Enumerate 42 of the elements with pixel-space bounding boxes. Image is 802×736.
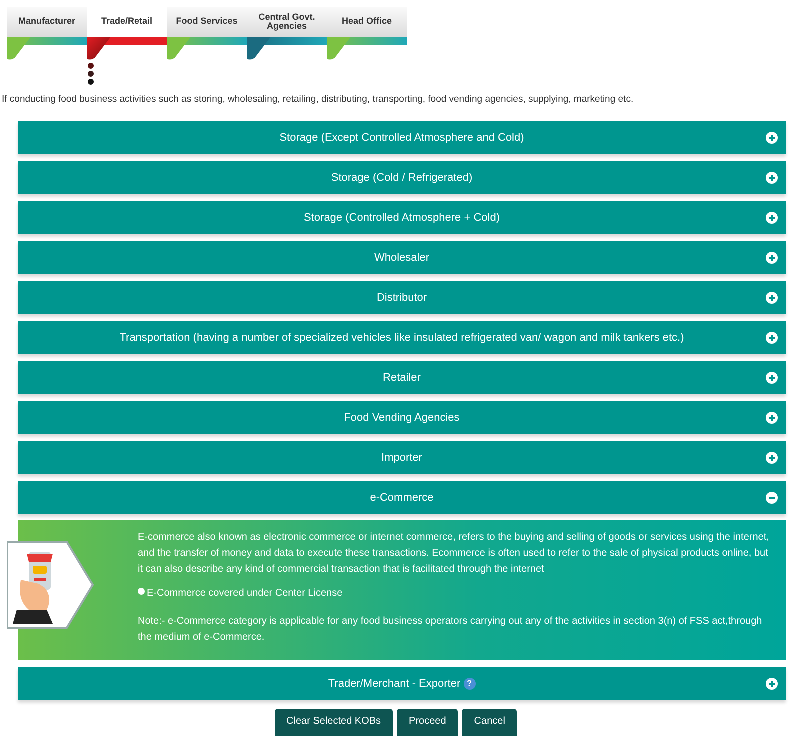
accordion-title: Retailer xyxy=(383,370,421,386)
accordion-title: e-Commerce xyxy=(370,490,434,506)
expand-icon[interactable] xyxy=(766,132,778,144)
expand-icon[interactable] xyxy=(766,678,778,690)
accordion-title: Importer xyxy=(382,450,422,466)
accordion-header[interactable]: Food Vending Agencies xyxy=(18,401,786,434)
action-button[interactable]: Cancel xyxy=(462,709,518,736)
accordion-header[interactable]: Wholesaler xyxy=(18,241,786,274)
accordion-header[interactable]: Storage (Cold / Refrigerated) xyxy=(18,161,786,194)
collapse-icon[interactable] xyxy=(766,492,778,504)
description-text: E-commerce also known as electronic commerce or internet commerce, refers to the buying and selling of goods or services using the internet, and the transfer of money and data to execute these transactions. Ecommerce is often used to refer to the sale of physical products online, but it can also describe any kind of commercial transaction that is facilitated through the internet xyxy=(138,531,770,578)
expand-icon[interactable] xyxy=(766,212,778,224)
accordion-title: Trader/Merchant - Exporter xyxy=(328,676,461,692)
action-button[interactable]: Clear Selected KOBs xyxy=(274,709,394,736)
action-button[interactable]: Proceed xyxy=(397,709,458,736)
accordion-header[interactable]: e-Commerce xyxy=(18,481,786,514)
accordion-header[interactable]: Retailer xyxy=(18,361,786,394)
note-text: Note:- e-Commerce category is applicable for any food business operators carrying out any of the activities in section 3(n) of FSS act,through the medium of e-Commerce. xyxy=(138,615,764,646)
expand-icon[interactable] xyxy=(766,332,778,344)
license-radio[interactable]: E-Commerce covered under Center License xyxy=(138,586,343,602)
accordion-header[interactable]: Importer xyxy=(18,441,786,474)
accordion-title: Distributor xyxy=(376,290,428,306)
accordion-header[interactable]: Transportation (having a number of specialized vehicles like insulated refrigerated van/ wagon and milk tankers etc.) xyxy=(18,321,786,354)
accordion-header[interactable]: Storage (Except Controlled Atmosphere and Cold) xyxy=(18,121,786,154)
accordion-title: Storage (Except Controlled Atmosphere and Cold) xyxy=(280,130,524,146)
help-icon[interactable]: ? xyxy=(464,678,476,690)
accordion-header[interactable]: Trader/Merchant - Exporter ? xyxy=(18,667,786,700)
accordion-header[interactable]: Storage (Controlled Atmosphere + Cold) xyxy=(18,201,786,234)
expand-icon[interactable] xyxy=(766,412,778,424)
expand-icon[interactable] xyxy=(766,292,778,304)
accordion-header[interactable]: Distributor xyxy=(18,281,786,314)
dots-icon xyxy=(86,62,96,88)
accordion-title: Wholesaler xyxy=(374,250,430,266)
intro-text: If conducting food business activities such as storing, wholesaling, retailing, distributing, transporting, food vending agencies, supplying, marketing etc. xyxy=(2,93,635,107)
accordion-title: Storage (Cold / Refrigerated) xyxy=(331,170,473,186)
expand-icon[interactable] xyxy=(766,252,778,264)
accordion-title: Transportation (having a number of specialized vehicles like insulated refrigerated van/ wagon and milk tankers etc.) xyxy=(120,330,684,346)
expand-icon[interactable] xyxy=(766,372,778,384)
expand-icon[interactable] xyxy=(766,452,778,464)
accordion-title: Storage (Controlled Atmosphere + Cold) xyxy=(304,210,500,226)
expand-icon[interactable] xyxy=(766,172,778,184)
accordion-title: Food Vending Agencies xyxy=(344,410,460,426)
